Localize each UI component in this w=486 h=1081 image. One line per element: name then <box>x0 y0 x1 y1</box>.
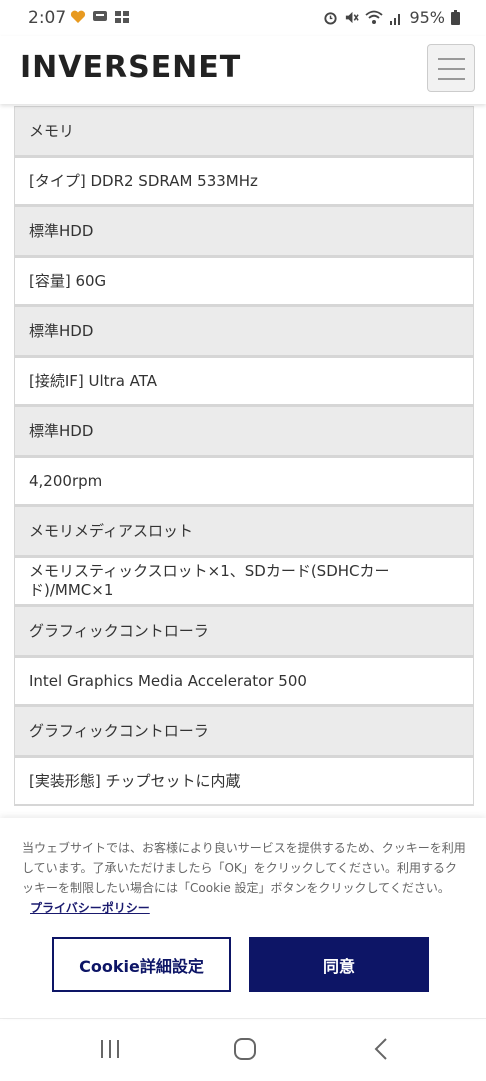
status-bar: 2:07 95% <box>0 0 486 36</box>
cookie-agree-button[interactable]: 同意 <box>249 937 429 992</box>
spec-value-row: [実装形態] チップセットに内蔵 <box>14 757 474 806</box>
site-header: INVERSENET <box>0 36 486 104</box>
spec-table: メモリ [タイプ] DDR2 SDRAM 533MHz 標準HDD [容量] 60G 標… <box>14 106 474 806</box>
battery-percent: 95% <box>409 8 445 27</box>
alarm-icon <box>324 12 338 25</box>
spec-value-row: [容量] 60G <box>14 257 474 306</box>
wifi-icon <box>365 10 384 24</box>
privacy-policy-link[interactable]: プライバシーポリシー <box>30 901 150 915</box>
system-icons: 95% <box>323 8 460 27</box>
heart-notification-icon <box>70 10 86 23</box>
hamburger-menu-button[interactable] <box>427 44 475 92</box>
battery-icon <box>451 10 460 25</box>
spec-label-row: グラフィックコントローラ <box>14 706 474 757</box>
spec-value-row: メモリスティックスロット×1、SDカード(SDHCカード)/MMC×1 <box>14 557 474 606</box>
hamburger-menu-icon <box>438 58 465 60</box>
app-notification-icon <box>115 11 129 23</box>
spec-label-row: 標準HDD <box>14 406 474 457</box>
spec-label-row: メモリ <box>14 106 474 157</box>
back-icon[interactable] <box>370 1037 394 1061</box>
cookie-banner: 当ウェブサイトでは、お客様により良いサービスを提供するため、クッキーを利用してい… <box>0 818 486 1018</box>
spec-value-row: [タイプ] DDR2 SDRAM 533MHz <box>14 157 474 206</box>
mute-icon <box>346 11 360 24</box>
spec-label-row: 標準HDD <box>14 206 474 257</box>
spec-value-row: 4,200rpm <box>14 457 474 506</box>
signal-icon <box>390 13 401 25</box>
spec-value-row: [接続IF] Ultra ATA <box>14 357 474 406</box>
cookie-message-text: 当ウェブサイトでは、お客様により良いサービスを提供するため、クッキーを利用してい… <box>22 841 466 895</box>
spec-label-row: グラフィックコントローラ <box>14 606 474 657</box>
site-logo[interactable]: INVERSENET <box>20 50 241 85</box>
cookie-message: 当ウェブサイトでは、お客様により良いサービスを提供するため、クッキーを利用してい… <box>22 838 467 918</box>
home-icon[interactable] <box>232 1036 258 1062</box>
spec-label-row: メモリメディアスロット <box>14 506 474 557</box>
recent-apps-icon[interactable] <box>98 1037 122 1061</box>
notification-icons <box>70 10 130 24</box>
spec-value-row: Intel Graphics Media Accelerator 500 <box>14 657 474 706</box>
spec-label-row: 標準HDD <box>14 306 474 357</box>
cookie-settings-button[interactable]: Cookie詳細設定 <box>52 937 231 992</box>
system-nav-bar <box>0 1018 486 1081</box>
chat-notification-icon <box>93 11 107 21</box>
status-time: 2:07 <box>28 8 67 28</box>
